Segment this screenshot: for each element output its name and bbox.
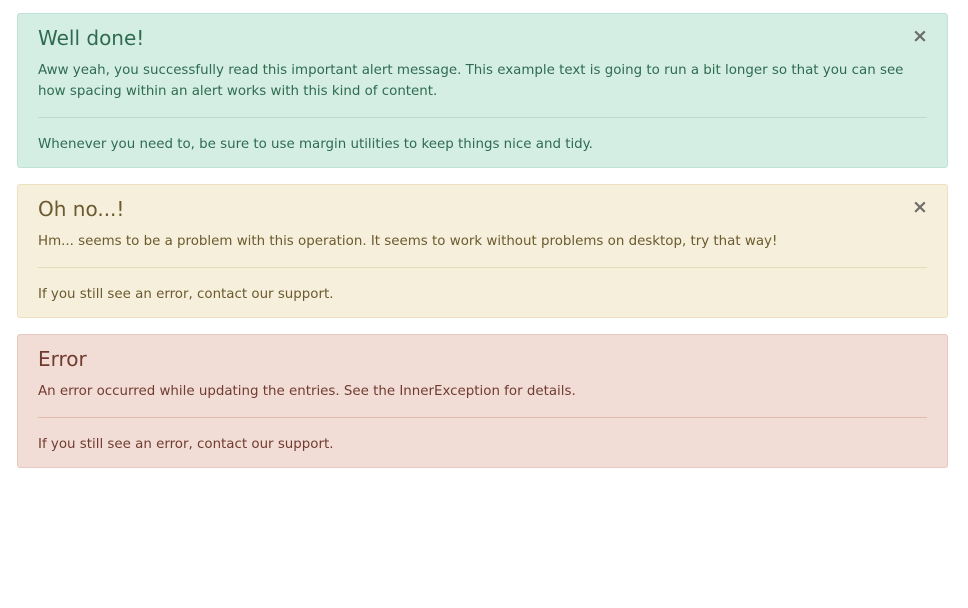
close-icon[interactable]: × <box>912 27 928 46</box>
alert-footer-text: Whenever you need to, be sure to use mar… <box>38 137 593 152</box>
close-icon[interactable]: × <box>912 198 928 217</box>
alert-divider <box>38 117 927 118</box>
alert-heading: Oh no...! <box>38 197 125 221</box>
alert-heading: Error <box>38 347 87 371</box>
alert-message: Aww yeah, you successfully read this imp… <box>38 63 904 99</box>
warning-alert: Oh no...! × Hm... seems to be a problem … <box>17 184 948 318</box>
alert-heading: Well done! <box>38 26 145 50</box>
error-alert: Error An error occurred while updating t… <box>17 334 948 468</box>
alert-divider <box>38 417 927 418</box>
alert-footer-text: If you still see an error, contact our s… <box>38 437 334 452</box>
alert-message: An error occurred while updating the ent… <box>38 384 576 399</box>
success-alert: Well done! × Aww yeah, you successfully … <box>17 13 948 168</box>
alert-message: Hm... seems to be a problem with this op… <box>38 234 778 249</box>
alert-footer-text: If you still see an error, contact our s… <box>38 287 334 302</box>
alert-divider <box>38 267 927 268</box>
